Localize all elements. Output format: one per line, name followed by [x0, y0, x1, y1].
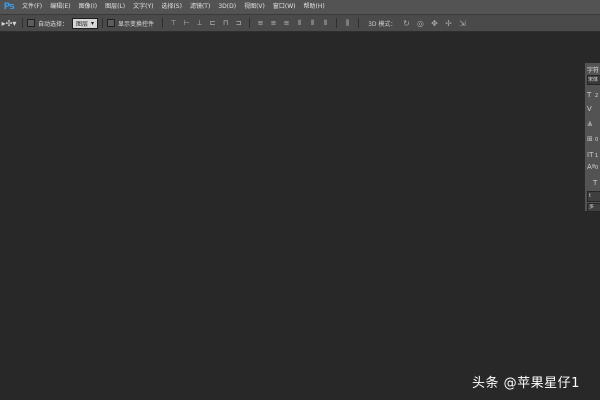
3d-slide-icon[interactable]: ✢	[443, 18, 453, 28]
canvas-workspace[interactable]	[0, 32, 583, 400]
align-vcenter-icon[interactable]: ⊢	[182, 19, 191, 28]
language-dropdown[interactable]: t	[587, 191, 600, 202]
panel-bottom-button[interactable]: 多	[587, 203, 600, 212]
auto-select-target-dropdown[interactable]: 图层 ▾	[72, 17, 99, 29]
options-divider	[336, 18, 338, 28]
align-right-icon[interactable]: ⊐	[234, 19, 243, 28]
auto-select-checkbox[interactable]	[27, 19, 35, 27]
photoshop-logo: Ps	[3, 2, 15, 12]
transform-controls-label: 显示变换控件	[118, 20, 155, 28]
distribute-left-icon[interactable]: ⫴	[295, 19, 304, 28]
vertical-scale-icon: IT	[587, 151, 594, 159]
align-hcenter-icon[interactable]: ⊓	[221, 19, 230, 28]
options-divider	[249, 18, 251, 28]
options-divider	[162, 18, 164, 28]
3d-mode-label: 3D 模式：	[368, 20, 397, 28]
options-divider	[358, 18, 360, 28]
menu-layer[interactable]: 图层(L)	[101, 0, 129, 14]
panel-title: 字符	[587, 67, 600, 74]
menu-select[interactable]: 选择(S)	[157, 0, 186, 14]
tracking-icon: ⊞	[587, 135, 593, 143]
menu-edit[interactable]: 编辑(E)	[46, 0, 74, 14]
menu-bar: Ps 文件(F) 编辑(E) 图像(I) 图层(L) 文字(Y) 选择(S) 滤…	[0, 0, 600, 15]
leading-icon: ≜	[587, 121, 593, 129]
auto-select-label: 自动选择：	[38, 20, 69, 28]
3d-drag-icon[interactable]: ✥	[429, 18, 439, 28]
watermark: 头条 @苹果星仔1	[472, 376, 580, 391]
scale-value[interactable]: 1	[595, 153, 598, 159]
baseline-value[interactable]: 0	[595, 165, 598, 171]
font-family-field[interactable]: 宋体	[587, 75, 600, 85]
menu-file[interactable]: 文件(F)	[18, 0, 46, 14]
distribute-bottom-icon[interactable]: ≡	[282, 19, 291, 28]
font-size-value[interactable]: 2	[595, 93, 598, 99]
menu-help[interactable]: 帮助(H)	[300, 0, 329, 14]
3d-rotate-icon[interactable]: ↻	[401, 18, 411, 28]
menu-window[interactable]: 窗口(W)	[269, 0, 300, 14]
tracking-value[interactable]: 0	[595, 137, 598, 143]
3d-roll-icon[interactable]: ◎	[415, 18, 425, 28]
distribute-hcenter-icon[interactable]: ⫴	[308, 19, 317, 28]
auto-select-target-value: 图层	[76, 20, 89, 28]
kerning-icon: V	[587, 105, 592, 113]
options-divider	[22, 18, 23, 28]
faux-bold-icon[interactable]: T	[593, 179, 597, 187]
align-top-icon[interactable]: ⊤	[169, 19, 178, 28]
move-tool-icon[interactable]: ▸✣▾	[0, 17, 18, 29]
menu-filter[interactable]: 滤镜(T)	[186, 0, 214, 14]
options-divider	[102, 18, 104, 28]
baseline-icon: Aª	[587, 163, 596, 171]
options-bar: ▸✣▾ 自动选择： 图层 ▾ 显示变换控件 ⊤ ⊢ ⊥ ⊏ ⊓ ⊐ ≡ ≡ ≡ …	[0, 15, 600, 32]
distribute-top-icon[interactable]: ≡	[256, 19, 265, 28]
menu-view[interactable]: 视图(V)	[240, 0, 269, 14]
align-bottom-icon[interactable]: ⊥	[195, 19, 204, 28]
auto-align-icon[interactable]: ⫼	[343, 19, 352, 28]
font-size-icon: T	[587, 91, 592, 99]
character-panel: 字符 宋体 T 2 V ≜ ⊞ 0 IT 1 Aª 0 T t 多	[584, 62, 600, 212]
align-left-icon[interactable]: ⊏	[208, 19, 217, 28]
chevron-down-icon: ▾	[91, 19, 95, 27]
3d-scale-icon[interactable]: ⇲	[457, 18, 467, 28]
menu-type[interactable]: 文字(Y)	[129, 0, 157, 14]
distribute-right-icon[interactable]: ⫴	[321, 19, 330, 28]
distribute-vcenter-icon[interactable]: ≡	[269, 19, 278, 28]
menu-image[interactable]: 图像(I)	[75, 0, 101, 14]
transform-controls-checkbox[interactable]	[107, 19, 116, 27]
menu-3d[interactable]: 3D(D)	[214, 0, 240, 14]
